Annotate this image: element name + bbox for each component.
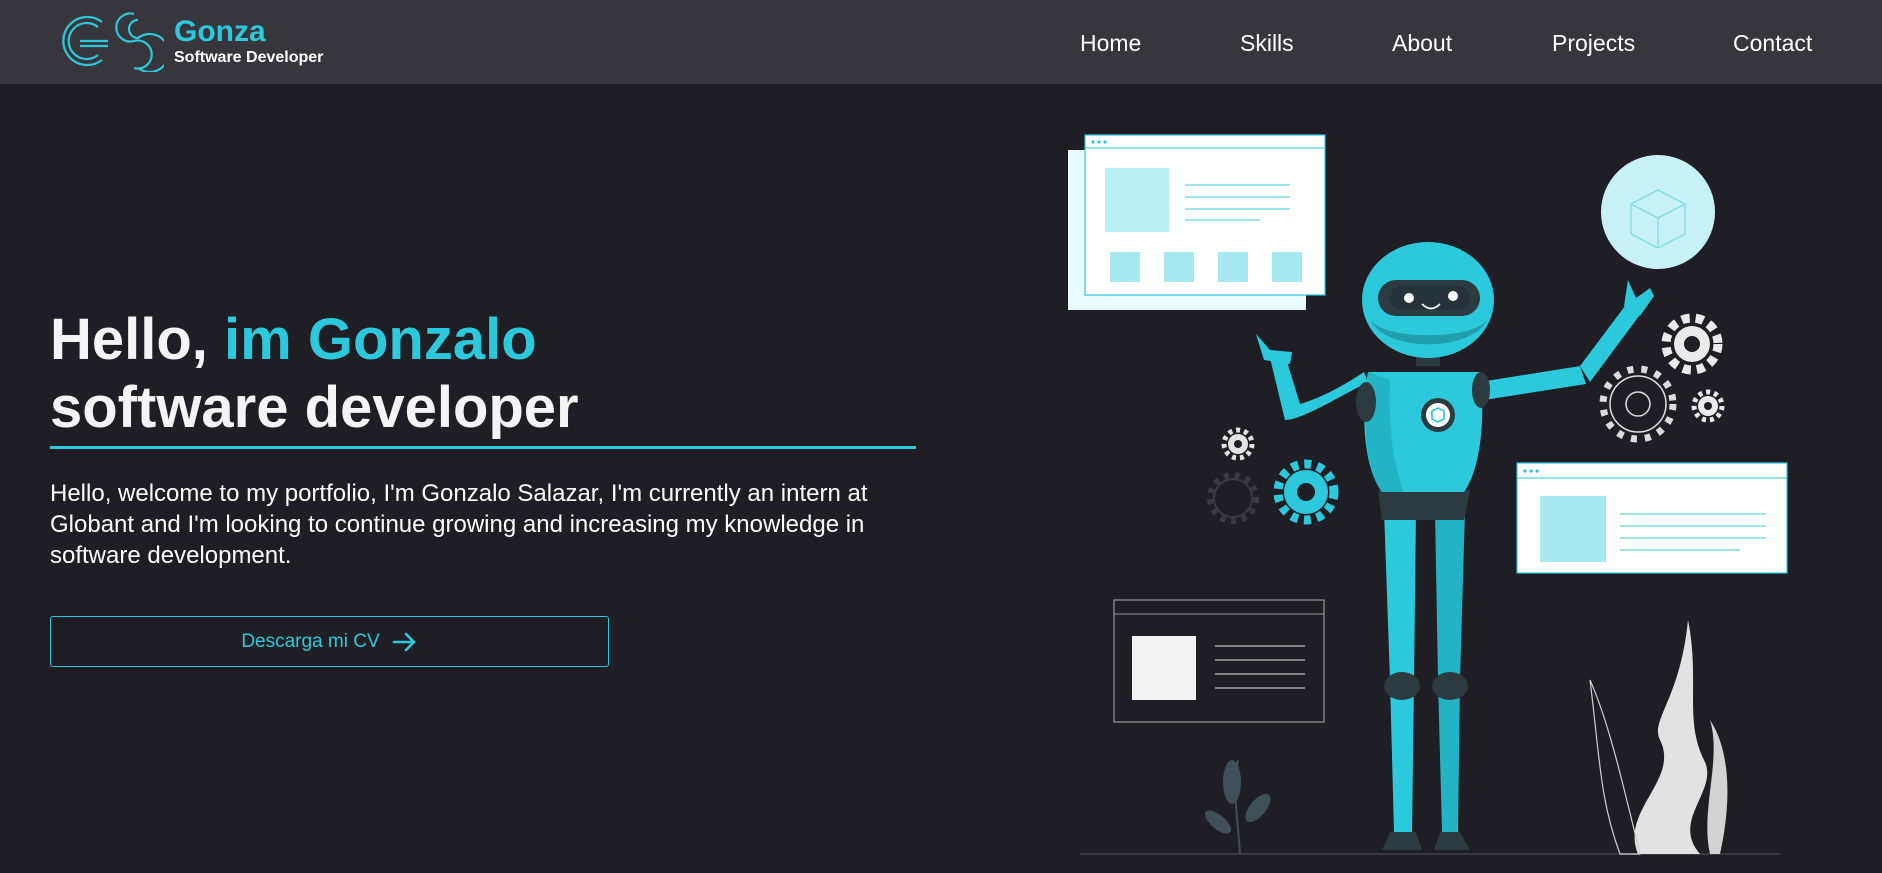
download-cv-button[interactable]: Descarga mi CV <box>50 616 609 667</box>
brand-name: Gonza <box>174 14 266 48</box>
hero-description: Hello, welcome to my portfolio, I'm Gonz… <box>50 480 868 569</box>
gear-outline-icon <box>1599 365 1677 443</box>
nav-projects-link[interactable]: Projects <box>1552 30 1635 56</box>
hero-title-line2: software developer <box>50 375 579 440</box>
nav-about-link[interactable]: About <box>1392 30 1452 56</box>
gear-icon <box>1661 313 1723 375</box>
plant-dark-icon <box>1204 759 1271 855</box>
nav-contact-link[interactable]: Contact <box>1733 30 1812 56</box>
brand-logo[interactable]: Gonza Software Developer <box>60 10 323 72</box>
nav-skills-link[interactable]: Skills <box>1240 30 1294 56</box>
plant-white-icon <box>1589 620 1728 855</box>
hero-title-prefix: Hello, <box>50 307 208 372</box>
robot-illustration <box>1068 134 1788 855</box>
code-window-card <box>1068 134 1326 310</box>
hero-title-accent: im Gonzalo <box>224 307 537 372</box>
brand-role: Software Developer <box>174 48 324 66</box>
hero-title: Hello, im Gonzalo software developer <box>50 306 579 442</box>
nav-home-link[interactable]: Home <box>1080 30 1141 56</box>
gear-dark-icon <box>1207 472 1259 524</box>
bottom-window-card <box>1113 599 1325 723</box>
gs-monogram-icon <box>62 12 164 72</box>
hero-divider <box>50 446 916 449</box>
cube-bubble-icon <box>1601 155 1715 269</box>
download-cv-label: Descarga mi CV <box>241 630 380 652</box>
gear-small-icon <box>1691 389 1725 423</box>
gear-white-icon <box>1221 427 1255 461</box>
gear-teal-icon <box>1273 459 1339 525</box>
right-window-card <box>1516 462 1788 574</box>
navbar: Gonza Software Developer Home Skills Abo… <box>0 0 1882 84</box>
arrow-right-icon <box>392 632 415 651</box>
